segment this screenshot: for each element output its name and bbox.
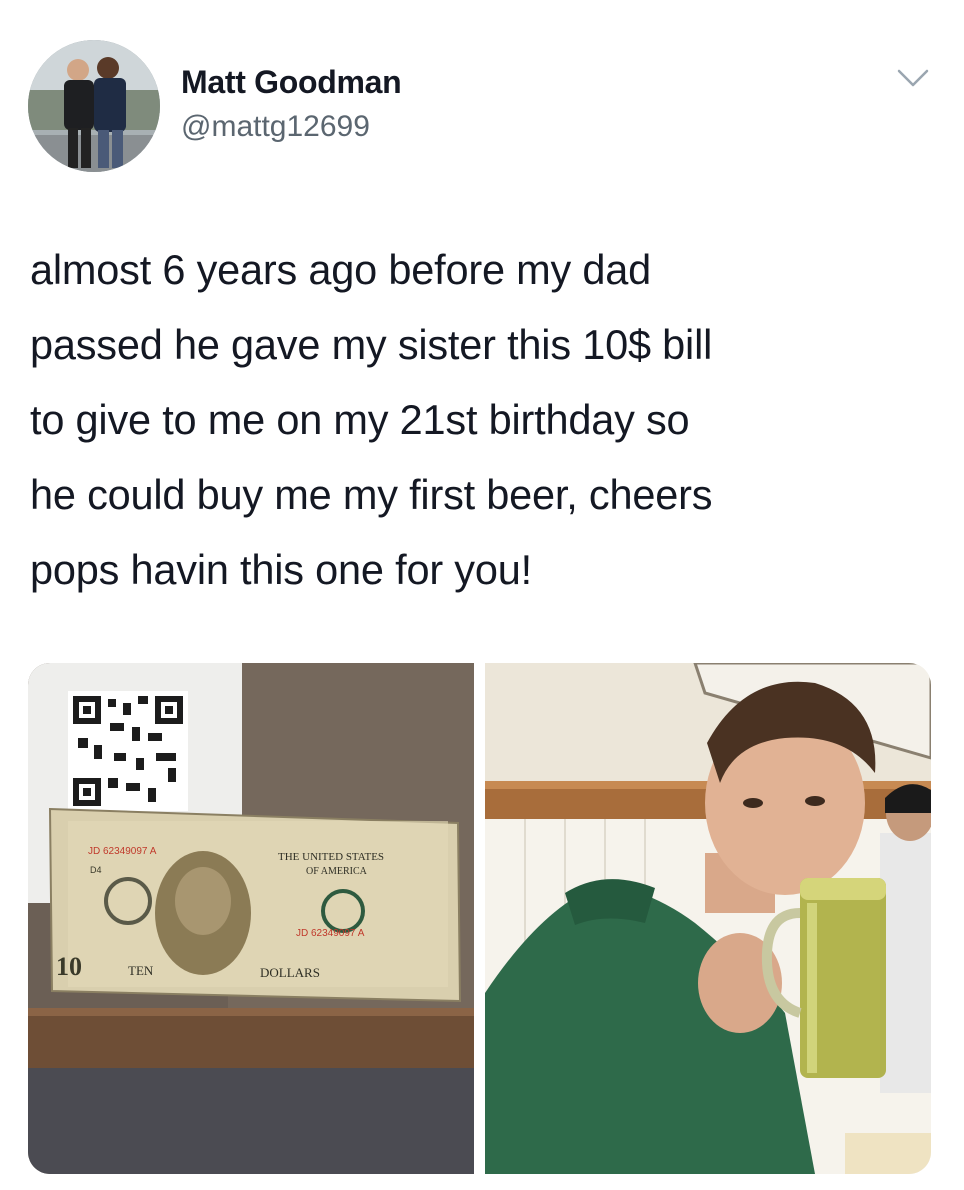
ten-dollar-bill: JD 62349097 A D4 THE UNITED STATES OF AM… [48, 807, 462, 1003]
tweet-text: almost 6 years ago before my dad passed … [30, 232, 940, 607]
tweet-line: pops havin this one for you! [30, 546, 532, 593]
tweet-line: almost 6 years ago before my dad [30, 246, 652, 293]
bill-top-text-2: OF AMERICA [306, 866, 368, 877]
bill-serial-back: JD 62349097 A [296, 928, 365, 939]
bill-corner-value: 10 [56, 952, 82, 981]
bill-serial: JD 62349097 A [88, 846, 157, 857]
tweet-line: passed he gave my sister this 10$ bill [30, 321, 713, 368]
media-image-beer[interactable] [485, 663, 931, 1174]
author-name[interactable]: Matt Goodman [181, 64, 402, 101]
bill-value-word: TEN [128, 963, 154, 978]
bill-small-code: D4 [90, 865, 102, 875]
bill-denomination: DOLLARS [260, 965, 320, 980]
chevron-down-icon[interactable] [896, 66, 930, 90]
avatar-photo [28, 40, 160, 172]
author-handle[interactable]: @mattg12699 [181, 110, 370, 144]
bill-photo: JD 62349097 A D4 THE UNITED STATES OF AM… [28, 663, 474, 1174]
beer-photo [485, 663, 931, 1174]
tweet-line: to give to me on my 21st birthday so [30, 396, 690, 443]
tweet-line: he could buy me my first beer, cheers [30, 471, 713, 518]
avatar[interactable] [28, 40, 160, 172]
bill-top-text: THE UNITED STATES [278, 851, 384, 863]
media-image-bill[interactable]: JD 62349097 A D4 THE UNITED STATES OF AM… [28, 663, 474, 1174]
